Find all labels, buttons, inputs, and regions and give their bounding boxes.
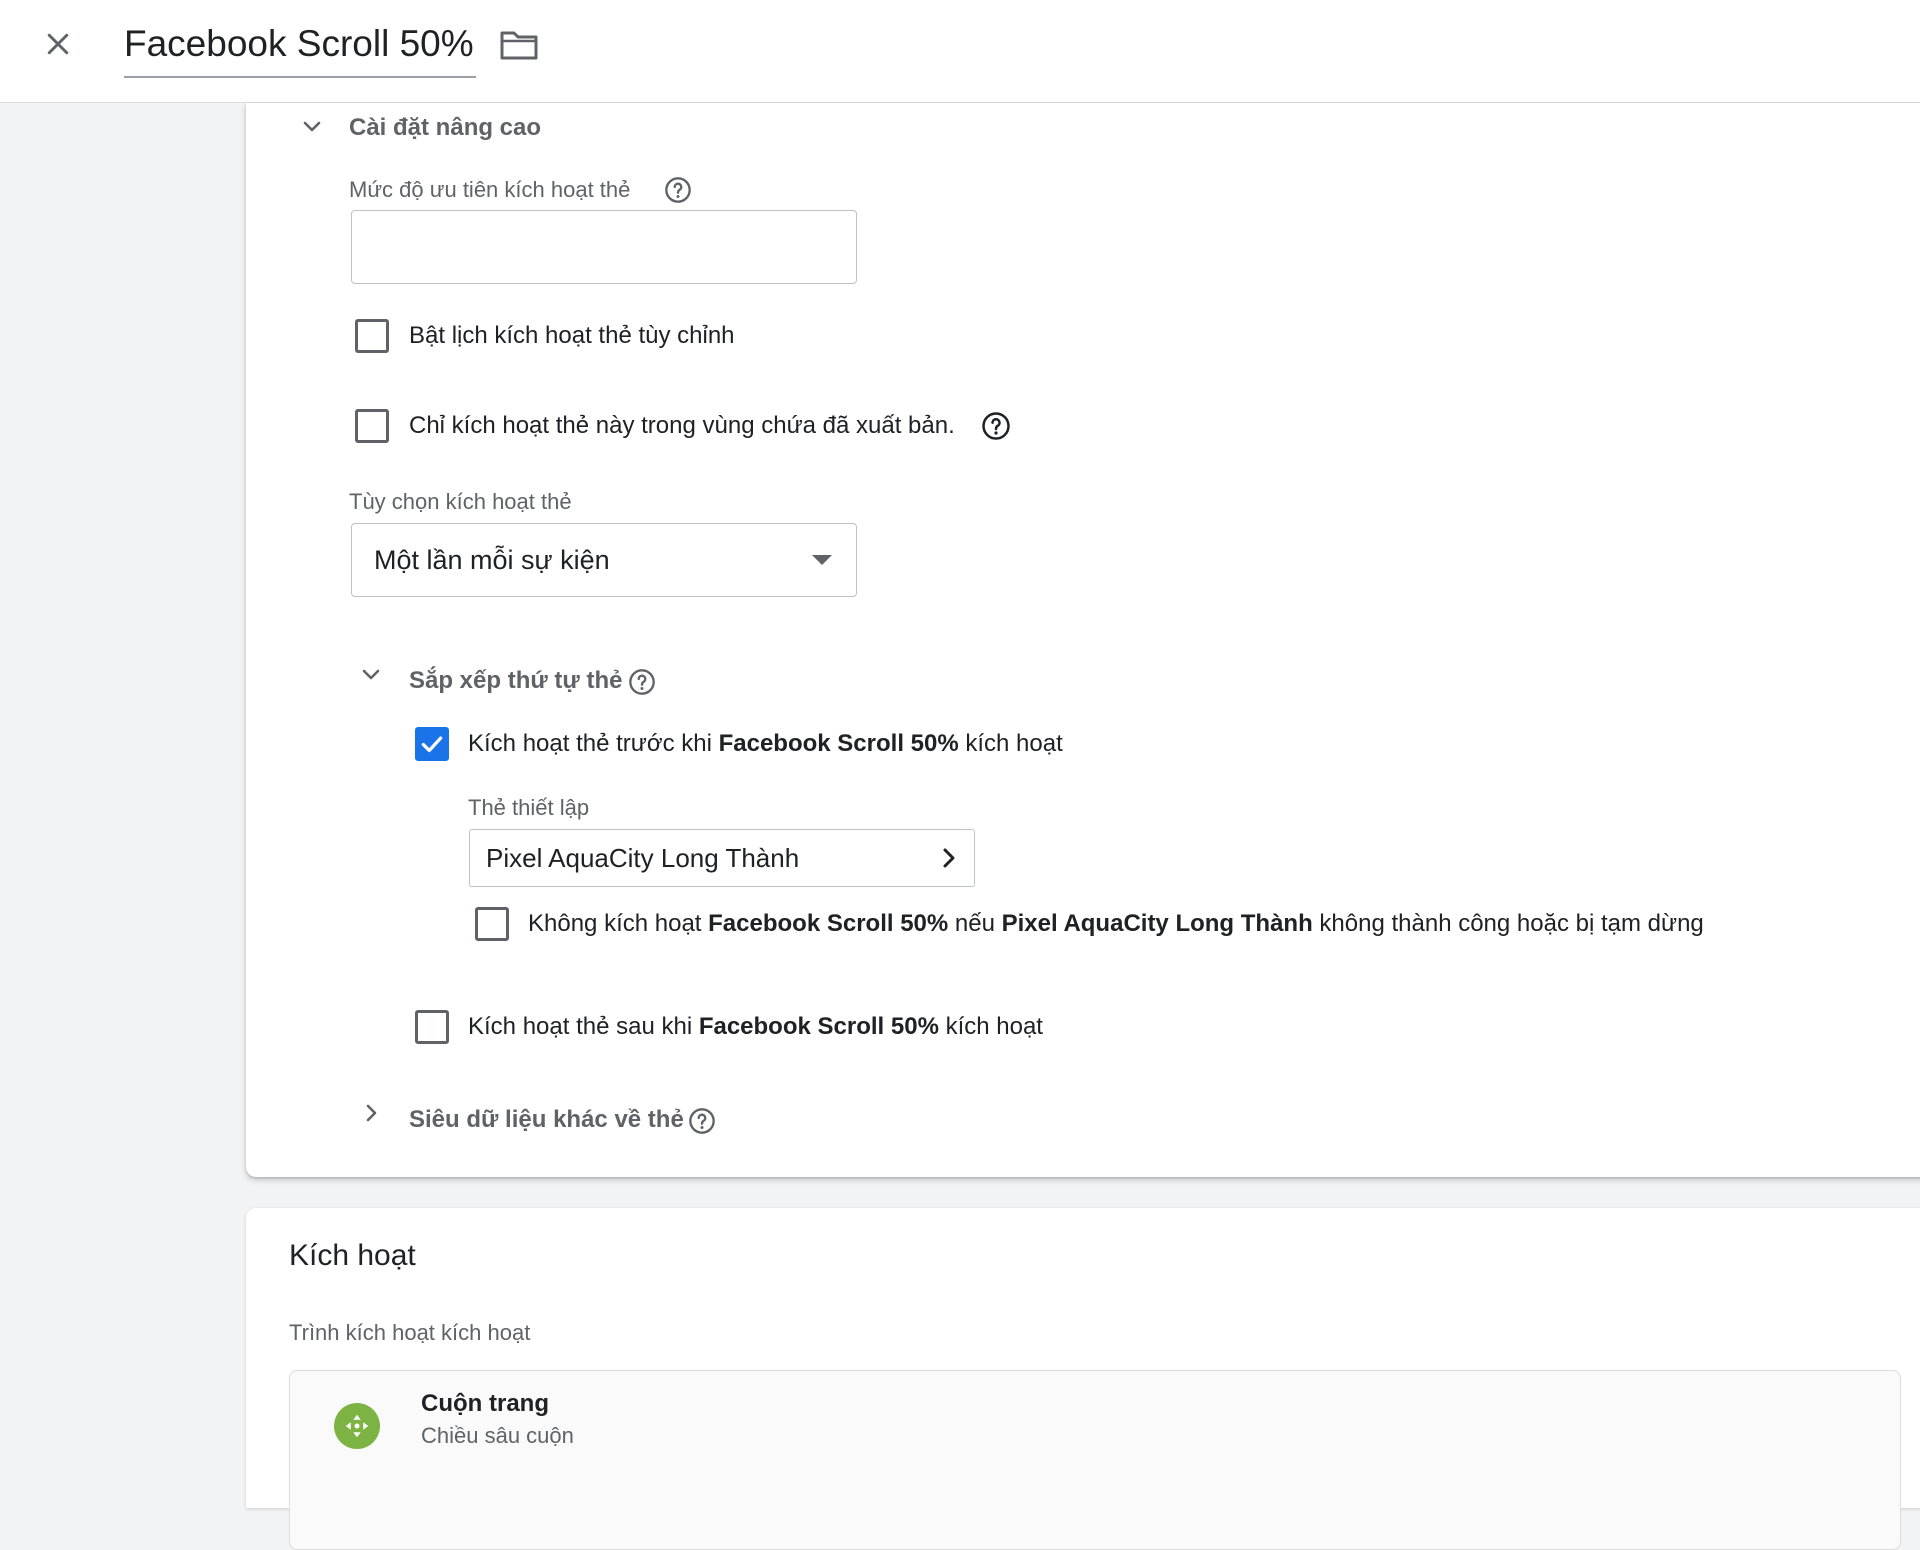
metadata-help-icon[interactable] [688, 1107, 716, 1135]
priority-label: Mức độ ưu tiên kích hoạt thẻ [349, 177, 631, 202]
tag-configuration-card: Cài đặt nâng cao Mức độ ưu tiên kích hoạ… [246, 103, 1920, 1177]
chevron-right-icon [943, 848, 955, 868]
editor-header: Facebook Scroll 50% [0, 0, 1920, 103]
close-icon [47, 33, 69, 55]
dont-fire-checkbox[interactable] [475, 907, 509, 941]
firing-options-label: Tùy chọn kích hoạt thẻ [349, 489, 572, 514]
metadata-title: Siêu dữ liệu khác về thẻ [409, 1106, 684, 1133]
sequencing-help-icon[interactable] [628, 668, 656, 696]
sequencing-title: Sắp xếp thứ tự thẻ [409, 667, 623, 694]
custom-schedule-checkbox[interactable] [355, 319, 389, 353]
collapse-advanced-button[interactable] [292, 107, 332, 147]
collapse-sequencing-button[interactable] [351, 655, 391, 695]
tag-name-field[interactable]: Facebook Scroll 50% [124, 20, 476, 78]
chevron-down-icon [362, 669, 380, 680]
published-only-label: Chỉ kích hoạt thẻ này trong vùng chứa đã… [409, 412, 955, 439]
close-button[interactable] [36, 22, 80, 66]
chevron-right-icon [366, 1104, 377, 1122]
setup-tag-label: Thẻ thiết lập [468, 795, 590, 820]
custom-schedule-label: Bật lịch kích hoạt thẻ tùy chỉnh [409, 322, 735, 349]
scroll-arrows-icon [334, 1403, 380, 1449]
dont-fire-label: Không kích hoạt Facebook Scroll 50% nếu … [528, 910, 1704, 937]
fire-after-label: Kích hoạt thẻ sau khi Facebook Scroll 50… [468, 1013, 1043, 1040]
fire-after-checkbox[interactable] [415, 1010, 449, 1044]
trigger-row[interactable]: Cuộn trang Chiều sâu cuộn [289, 1370, 1901, 1550]
setup-tag-value: Pixel AquaCity Long Thành [486, 842, 800, 873]
folder-icon [500, 31, 538, 60]
priority-help-icon[interactable] [664, 176, 692, 204]
trigger-type: Chiều sâu cuộn [421, 1423, 574, 1448]
triggering-title: Kích hoạt [289, 1239, 416, 1272]
priority-input[interactable] [351, 210, 857, 284]
published-only-checkbox[interactable] [355, 409, 389, 443]
expand-metadata-button[interactable] [351, 1093, 391, 1133]
firing-options-value: Một lần mỗi sự kiện [374, 544, 610, 575]
firing-triggers-label: Trình kích hoạt kích hoạt [289, 1320, 531, 1345]
setup-tag-selector[interactable]: Pixel AquaCity Long Thành [469, 829, 975, 887]
page-title: Facebook Scroll 50% [124, 23, 474, 64]
checkmark-icon [421, 736, 443, 753]
fire-before-label: Kích hoạt thẻ trước khi Facebook Scroll … [468, 730, 1063, 757]
fire-before-checkbox[interactable] [415, 727, 449, 761]
folder-button[interactable] [494, 22, 544, 68]
firing-options-select[interactable]: Một lần mỗi sự kiện [351, 523, 857, 597]
chevron-down-icon [303, 121, 321, 132]
advanced-settings-title: Cài đặt nâng cao [349, 114, 542, 141]
published-only-help-icon[interactable] [981, 411, 1011, 441]
dropdown-arrow-icon [812, 555, 832, 565]
trigger-name: Cuộn trang [421, 1390, 549, 1417]
triggering-card: Kích hoạt Trình kích hoạt kích hoạt Cuộn… [246, 1208, 1920, 1550]
